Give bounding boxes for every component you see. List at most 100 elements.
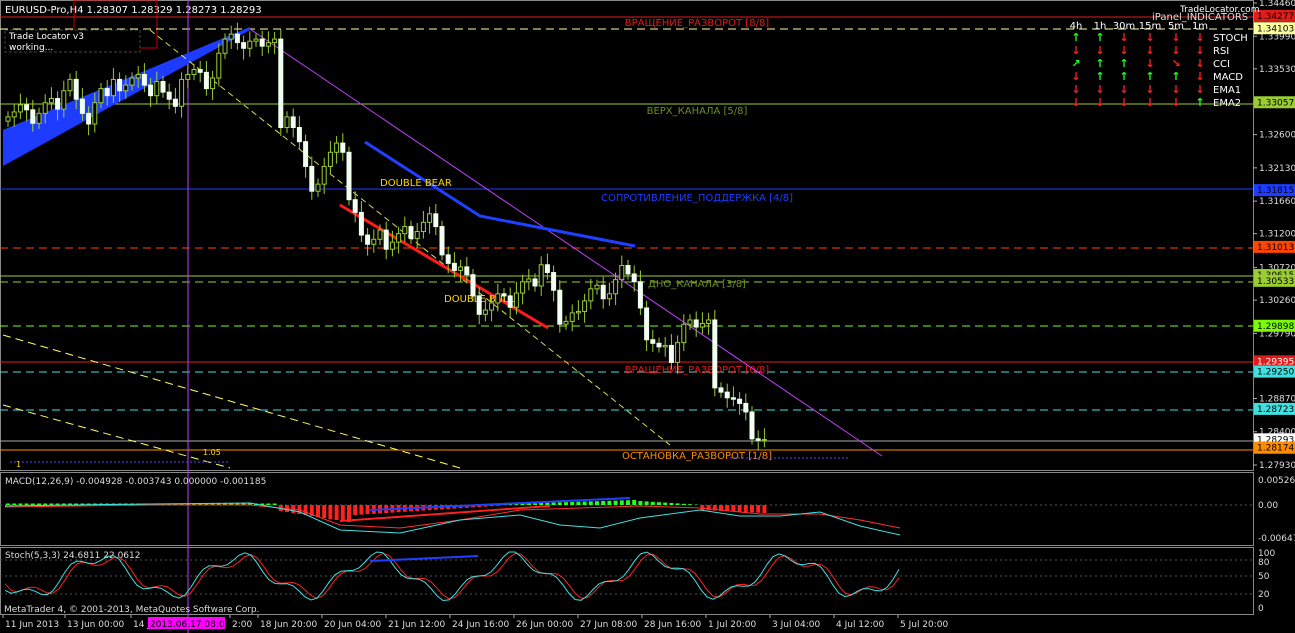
candle-body: [675, 342, 681, 363]
candle-body: [309, 165, 315, 192]
arrow-down-icon: ↓: [1095, 83, 1104, 96]
arrow-up-icon: ↑: [1095, 31, 1104, 44]
time-axis-label: 11 Jun 2013: [5, 620, 59, 630]
macd-bar: [533, 503, 537, 505]
candle-body: [755, 438, 761, 441]
macd-bar: [657, 502, 661, 505]
arrow-up-icon: ↑: [1119, 70, 1128, 83]
time-axis-label: 28 Jun 16:00: [644, 620, 701, 630]
candle-body: [172, 98, 178, 107]
candle-body: [61, 90, 67, 110]
price-tag-label: 1.34103: [1257, 24, 1294, 34]
arrow-down-icon: ↓: [1145, 96, 1154, 109]
candle-body: [259, 38, 265, 47]
candle-body: [445, 254, 451, 264]
stoch-scale-80: 80: [1258, 558, 1270, 568]
macd-bar: [49, 503, 54, 505]
candle-body: [315, 183, 321, 192]
candle-body: [340, 142, 346, 153]
macd-bar: [316, 505, 320, 517]
candle-body: [86, 112, 92, 125]
candle-body: [489, 302, 495, 311]
macd-bar: [644, 501, 649, 505]
candle-body: [67, 78, 73, 92]
macd-bar: [737, 505, 742, 512]
trade-locator-title: Trade Locator v3: [8, 32, 84, 42]
mt4-chart: EURUSD-Pro,H4 1.28307 1.28329 1.28273 1.…: [0, 0, 1295, 633]
candle-body: [520, 281, 526, 294]
time-axis-label: 26 Jun 00:00: [516, 620, 573, 630]
candle-body: [544, 264, 550, 274]
level-label-4-8: СОПРОТИВЛЕНИЕ_ПОДДЕРЖКА [4/8]: [601, 193, 793, 204]
macd-bar: [6, 503, 10, 505]
candle-body: [241, 42, 247, 49]
candle-body: [420, 221, 426, 233]
level-label-1-8: ОСТАНОВКА_РАЗВОРОТ [1/8]: [622, 451, 772, 462]
candle-body: [644, 307, 650, 341]
macd-bar: [669, 503, 674, 505]
time-axis-label: 13 Jun 00:00: [67, 620, 124, 630]
candle-body: [222, 38, 228, 54]
macd-bar: [30, 503, 35, 505]
candle-body: [606, 293, 612, 300]
time-axis-label: 1 Jul 20:00: [708, 620, 757, 630]
arrow-down-icon: ↓: [1095, 96, 1104, 109]
candle-body: [278, 38, 284, 129]
level-label-8-8-top: ВРАЩЕНИЕ_РАЗВОРОТ [8/8]: [625, 18, 770, 29]
candle-body: [79, 98, 85, 114]
macd-bar: [365, 505, 370, 515]
macd-bar: [731, 505, 736, 512]
macd-bar: [570, 502, 575, 505]
macd-bar: [700, 505, 705, 510]
time-axis-label: 14 J: [133, 620, 150, 630]
macd-scale-bottom: -0.00647: [1258, 534, 1295, 544]
candle-body: [272, 38, 278, 44]
candle-body: [551, 272, 557, 291]
small-label-2: 1: [16, 460, 21, 469]
macd-bar: [266, 503, 271, 505]
arrow-down-icon: ↓: [1095, 44, 1104, 57]
candle-body: [203, 71, 209, 90]
candle-body: [637, 281, 643, 309]
macd-bar: [595, 501, 599, 505]
candle-body: [265, 42, 271, 47]
candle-body: [408, 226, 414, 240]
candle-body: [749, 411, 755, 440]
price-tag-label: 1.29898: [1257, 322, 1294, 332]
candle-body: [389, 241, 395, 250]
candle-body: [303, 141, 309, 167]
price-scale: 1.344601.339901.335301.330601.326001.321…: [1253, 0, 1295, 471]
candle-body: [141, 73, 147, 86]
macd-bar: [322, 505, 327, 518]
arrow-down-icon: ↓: [1171, 31, 1180, 44]
candle-body: [693, 319, 699, 328]
candle-body: [216, 52, 222, 79]
macd-bar: [582, 501, 587, 505]
candle-body: [234, 33, 240, 44]
arrow-up-icon: ↑: [1119, 57, 1128, 70]
candle-body: [154, 81, 160, 97]
candle-body: [501, 293, 507, 297]
time-axis-label: 21 Jun 12:00: [388, 620, 445, 630]
candle-body: [687, 319, 693, 325]
indicator-name: EMA1: [1213, 85, 1241, 96]
candle-body: [30, 109, 36, 124]
arrow-down-icon: ↓: [1195, 44, 1204, 57]
arrow-down-icon: ↓: [1171, 44, 1180, 57]
candle-body: [55, 98, 61, 110]
candle-body: [377, 229, 383, 240]
candle-body: [699, 322, 705, 328]
candle-body: [737, 398, 743, 404]
macd-bar: [539, 503, 544, 505]
candle-body: [179, 78, 185, 107]
candle-body: [110, 78, 116, 97]
macd-bar: [545, 502, 550, 505]
candle-body: [532, 278, 538, 287]
macd-bar: [601, 501, 606, 505]
candle-body: [662, 344, 668, 348]
time-axis-label: 20 Jun 04:00: [324, 620, 381, 630]
candle-body: [117, 78, 123, 92]
candle-body: [11, 111, 17, 118]
macd-bar: [675, 503, 680, 505]
candle-body: [569, 312, 575, 322]
